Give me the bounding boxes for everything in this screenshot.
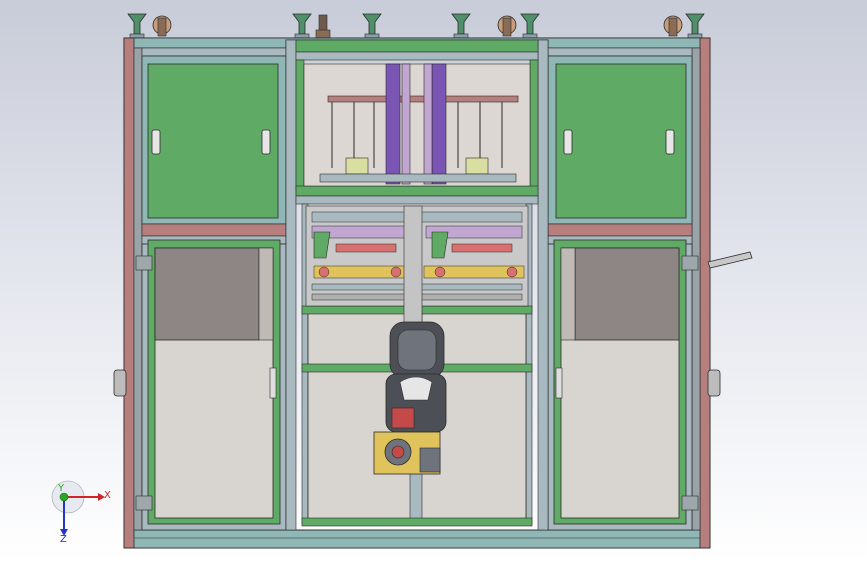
- gripper-assembly: [305, 205, 529, 325]
- triad-z-label: Z: [60, 534, 67, 545]
- left-upper-panel: [141, 55, 287, 225]
- leveling-foot-icon: [451, 13, 471, 40]
- right-upper-panel: [547, 55, 693, 225]
- machine-drawing: X Y Z: [51, 13, 753, 549]
- caster-wheel-icon: [152, 15, 172, 37]
- leveling-foot-icon: [362, 13, 382, 40]
- caster-wheel-icon: [497, 15, 517, 37]
- leveling-foot-icon: [685, 13, 705, 40]
- coordinate-triad-icon: X Y Z: [51, 480, 111, 545]
- leveling-foot-icon: [520, 13, 540, 40]
- cad-viewport[interactable]: X Y Z: [0, 0, 867, 562]
- right-lower-door: [547, 239, 693, 531]
- leveling-foot-icon: [127, 13, 147, 40]
- top-fixtures: [127, 13, 705, 40]
- triad-y-label: Y: [57, 483, 65, 494]
- triad-x-label: X: [104, 490, 111, 501]
- caster-wheel-icon: [315, 14, 331, 39]
- leveling-foot-icon: [292, 13, 312, 40]
- left-lower-door: [141, 239, 287, 531]
- caster-wheel-icon: [663, 15, 683, 37]
- upper-mechanism: [303, 63, 531, 187]
